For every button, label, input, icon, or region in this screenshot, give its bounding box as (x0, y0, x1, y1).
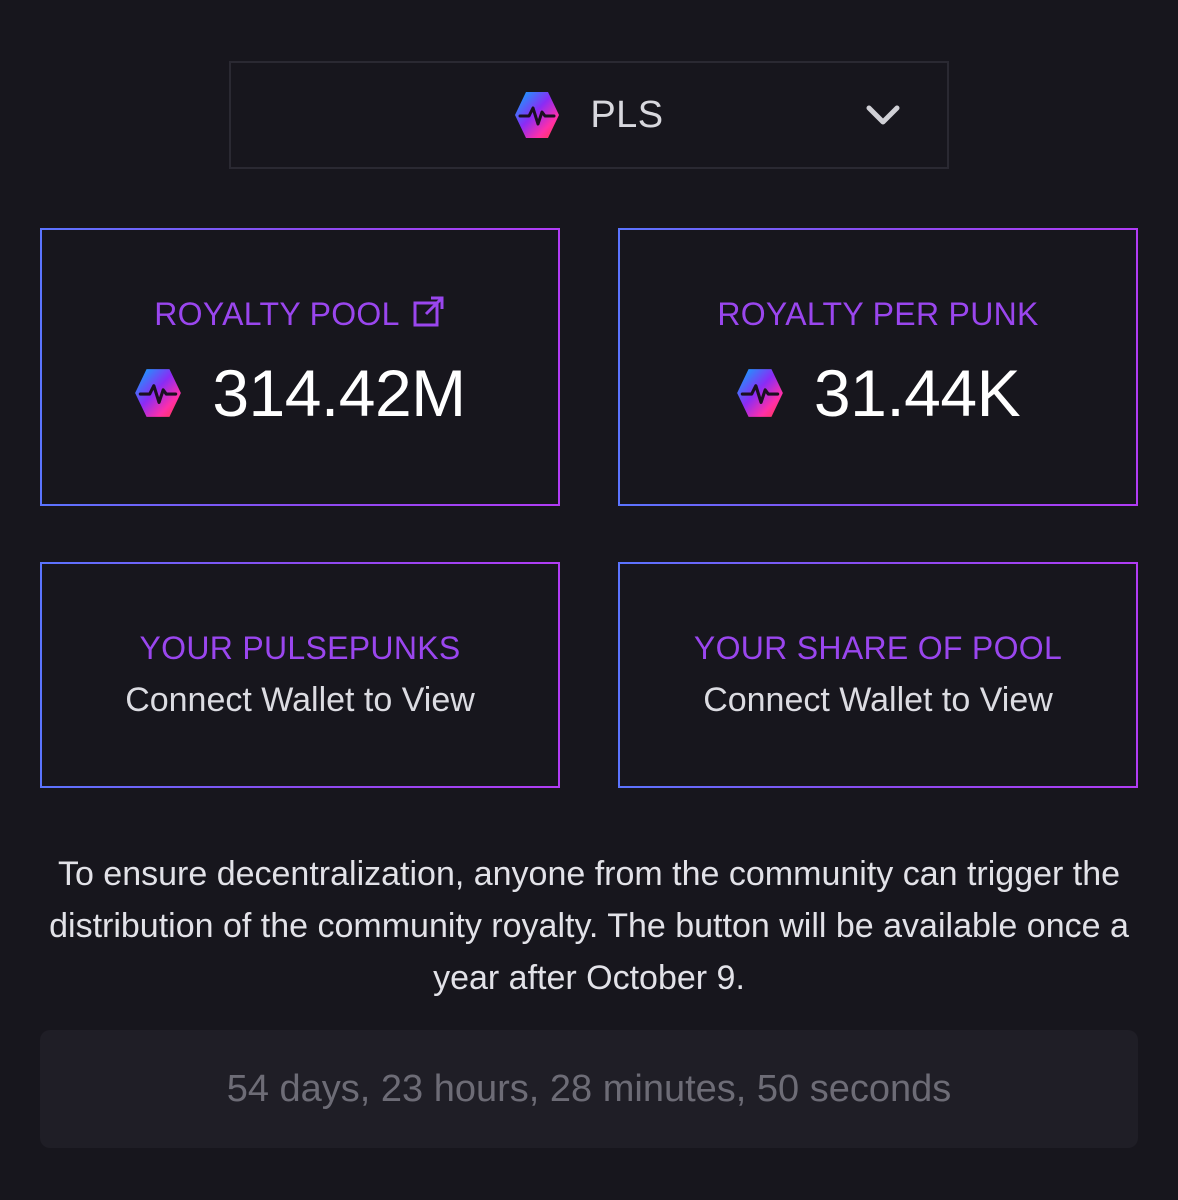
royalty-per-punk-title: ROYALTY PER PUNK (717, 296, 1039, 332)
your-pulsepunks-value: Connect Wallet to View (125, 681, 475, 719)
your-pulsepunks-title: YOUR PULSEPUNKS (139, 630, 461, 666)
your-share-card: YOUR SHARE OF POOL Connect Wallet to Vie… (618, 562, 1138, 788)
royalty-page: PLS ROYALTY POOL 314.42M ROYALTY PER PUN… (0, 0, 1178, 1200)
royalty-pool-title[interactable]: ROYALTY POOL (154, 296, 445, 333)
distribution-note: To ensure decentralization, anyone from … (49, 855, 1129, 997)
pulsechain-logo-icon (515, 92, 560, 138)
external-link-icon[interactable] (412, 295, 446, 329)
royalty-per-punk-value-row: 31.44K (736, 355, 1021, 431)
pulsechain-logo-icon (737, 369, 783, 417)
royalty-pool-label: ROYALTY POOL (154, 296, 400, 332)
royalty-pool-card: ROYALTY POOL 314.42M (40, 228, 560, 506)
chevron-down-icon (866, 105, 900, 125)
royalty-per-punk-card: ROYALTY PER PUNK 31.44K (618, 228, 1138, 506)
your-pulsepunks-card: YOUR PULSEPUNKS Connect Wallet to View (40, 562, 560, 788)
selected-token-label: PLS (590, 93, 664, 136)
royalty-per-punk-value: 31.44K (813, 356, 1021, 430)
pulsechain-logo-icon (135, 369, 182, 417)
countdown-text: 54 days, 23 hours, 28 minutes, 50 second… (226, 1067, 952, 1110)
distribution-countdown-button[interactable]: 54 days, 23 hours, 28 minutes, 50 second… (40, 1030, 1138, 1148)
royalty-pool-value: 314.42M (212, 356, 466, 430)
token-select-dropdown[interactable]: PLS (229, 61, 949, 169)
royalty-pool-value-row: 314.42M (134, 355, 466, 431)
your-share-value: Connect Wallet to View (703, 681, 1053, 719)
your-share-title: YOUR SHARE OF POOL (693, 630, 1063, 666)
